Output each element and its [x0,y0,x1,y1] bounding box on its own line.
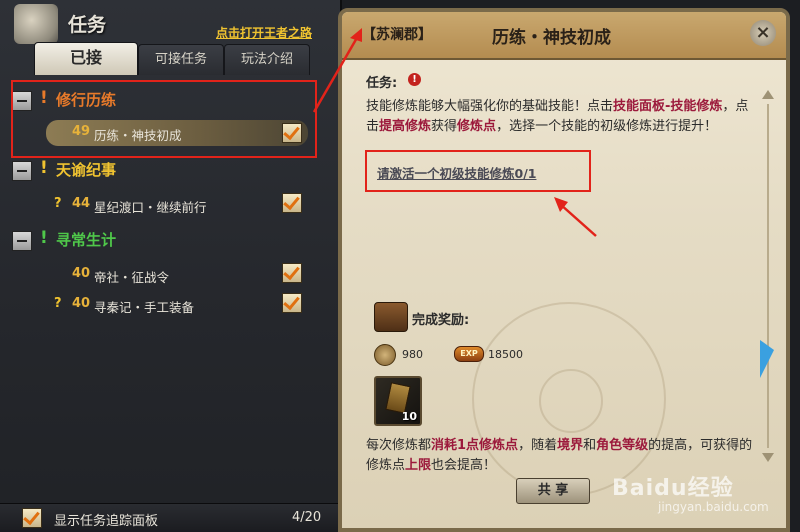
quest-title: 历练・神技初成 [492,28,611,48]
location-label: 【苏澜郡】 [362,27,432,43]
item-count: 10 [401,410,417,423]
tip-text: 每次修炼都 [366,438,432,453]
mouse-cursor-icon [760,340,774,378]
quest-count: 4/20 [292,510,322,525]
quest-name: 历练・神技初成 [94,128,182,143]
coin-value: 980 [402,348,423,361]
desc-highlight: 修炼点 [457,119,497,134]
reward-item-slot[interactable]: 10 [374,376,422,426]
question-icon: ? [54,196,62,211]
desc-text: ，选择一个技能的初级修炼进行提升！ [496,119,718,134]
quest-name: 帝社・征战令 [94,270,170,285]
tip-highlight: 消耗1点修炼点 [431,438,519,453]
category-label: 修行历练 [56,91,117,109]
detail-header: 【苏澜郡】 历练・神技初成 × [342,12,786,60]
quest-item[interactable]: 40 帝社・征战令 [12,262,312,288]
exp-value: 18500 [488,348,523,361]
quest-item[interactable]: ? 40 寻秦记・手工装备 [12,292,312,318]
alert-icon: ! [408,73,421,86]
exclamation-icon: ! [40,228,48,248]
collapse-icon[interactable] [12,161,32,181]
quest-level: 44 [72,196,91,211]
track-checkbox[interactable] [282,123,302,143]
tab-available[interactable]: 可接任务 [138,44,224,75]
exp-icon: EXP [454,346,484,362]
desc-highlight: 提高修炼 [379,119,432,134]
quest-level: 40 [72,266,91,281]
category-label: 天谕纪事 [56,161,117,179]
quest-level: 49 [72,124,91,139]
track-checkbox[interactable] [282,193,302,213]
coin-icon [374,344,396,366]
quest-name: 寻秦记・手工装备 [94,300,195,315]
show-tracker-label: 显示任务追踪面板 [54,514,159,529]
panel-title: 任务 [68,14,107,36]
exclamation-icon: ! [40,88,48,108]
detail-scrollbar[interactable] [762,90,774,462]
category-chronicle[interactable]: ! 天谕纪事 [12,156,312,184]
quest-name: 星纪渡口・继续前行 [94,200,207,215]
scroll-up-icon[interactable] [762,90,774,99]
scroll-down-icon[interactable] [762,453,774,462]
close-icon[interactable]: × [750,20,776,46]
quest-list-panel: 任务 点击打开王者之路 已接 可接任务 玩法介绍 ! 修行历练 49 历练・神技… [0,0,342,532]
scroll-track[interactable] [767,104,769,448]
quest-item-selected[interactable]: 49 历练・神技初成 [46,120,308,146]
desc-text: 技能修炼能够大幅强化你的基础技能！点击 [366,99,614,114]
quest-detail-panel: 【苏澜郡】 历练・神技初成 × 任务: ! 技能修炼能够大幅强化你的基础技能！点… [338,8,790,532]
tip-highlight: 上限 [405,458,432,473]
quest-level: 40 [72,296,91,311]
exclamation-icon: ! [40,158,48,178]
watermark-url: jingyan.baidu.com [658,500,769,514]
tab-guide[interactable]: 玩法介绍 [224,44,310,75]
question-icon: ? [54,296,62,311]
watermark-logo: Baidu经验 [612,476,734,501]
track-checkbox[interactable] [282,263,302,283]
desc-text: 获得 [431,119,458,134]
desc-highlight: 技能面板-技能修炼 [613,99,723,114]
tab-accepted[interactable]: 已接 [34,42,138,75]
share-button[interactable]: 共 享 [516,478,590,504]
category-label: 寻常生计 [56,231,117,249]
track-checkbox[interactable] [282,293,302,313]
category-daily-life[interactable]: ! 寻常生计 [12,226,312,254]
king-road-link[interactable]: 点击打开王者之路 [216,24,312,41]
show-tracker-checkbox[interactable] [22,508,42,528]
tip-text: 和 [583,438,597,453]
reward-chest-icon [374,302,408,332]
tip-text: ，随着 [518,438,558,453]
reward-title: 完成奖励: [412,313,470,328]
track-bar: 显示任务追踪面板 4/20 [0,503,340,532]
scroll-icon [14,4,58,44]
tip-highlight: 境界 [557,438,584,453]
quest-description: 技能修炼能够大幅强化你的基础技能！点击技能面板-技能修炼，点击提高修炼获得修炼点… [366,97,754,137]
tip-text: 也会提高！ [431,458,497,473]
quest-item[interactable]: ? 44 星纪渡口・继续前行 [12,192,312,218]
category-cultivation[interactable]: ! 修行历练 [12,86,312,114]
quest-objective-link[interactable]: 请激活一个初级技能修炼0/1 [377,163,536,182]
collapse-icon[interactable] [12,231,32,251]
tip-highlight: 角色等级 [596,438,649,453]
task-label: 任务: [366,76,398,91]
collapse-icon[interactable] [12,91,32,111]
